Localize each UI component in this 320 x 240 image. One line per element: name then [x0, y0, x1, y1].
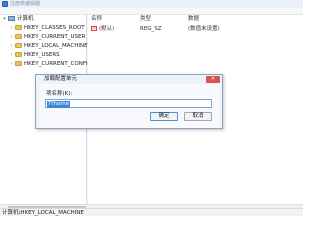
tree-item-hku[interactable]: › HKEY_USERS: [9, 51, 60, 60]
load-hive-dialog: 加载配置单元 ✕ 项名称(K): Tthome 确定 取消: [35, 74, 223, 129]
tree-item-label: 计算机: [17, 16, 34, 22]
expand-arrow-icon[interactable]: ›: [9, 51, 14, 60]
menu-bar: [0, 8, 303, 15]
tree-item-label: HKEY_USERS: [24, 52, 60, 58]
tree-item-hkcu[interactable]: › HKEY_CURRENT_USER: [9, 33, 85, 42]
status-bar: 计算机\HKEY_LOCAL_MACHINE: [0, 208, 303, 216]
value-name: (默认): [99, 26, 115, 32]
collapse-arrow-icon[interactable]: ▾: [2, 15, 7, 24]
value-data: (数值未设置): [188, 26, 220, 32]
tree-item-label: HKEY_CURRENT_USER: [24, 34, 86, 40]
key-name-label: 项名称(K):: [46, 91, 73, 97]
expand-arrow-icon[interactable]: ›: [9, 24, 14, 33]
registry-app-icon: [2, 1, 8, 7]
cancel-button[interactable]: 取消: [184, 112, 212, 121]
folder-icon: [15, 60, 22, 66]
tree-item-label: HKEY_CURRENT_CONFIG: [24, 61, 92, 67]
tree-item-label: HKEY_CLASSES_ROOT: [24, 25, 85, 31]
folder-icon: [15, 24, 22, 30]
folder-icon: [15, 42, 22, 48]
expand-arrow-icon[interactable]: ›: [9, 60, 14, 69]
column-header-type[interactable]: 类型: [140, 15, 151, 23]
ok-button[interactable]: 确定: [150, 112, 178, 121]
value-row[interactable]: ab (默认): [91, 25, 114, 33]
tree-item-computer[interactable]: ▾ 计算机: [2, 15, 34, 24]
tree-item-label: HKEY_LOCAL_MACHINE: [24, 43, 88, 49]
dialog-title: 加载配置单元: [44, 76, 78, 82]
close-icon[interactable]: ✕: [206, 76, 220, 83]
value-type: REG_SZ: [140, 26, 162, 32]
registry-editor-window: 注册表编辑器 ▾ 计算机 › HKEY_CLASSES_ROOT › HKEY_CUR…: [0, 0, 303, 216]
column-header-data[interactable]: 数据: [188, 15, 199, 23]
window-title: 注册表编辑器: [10, 1, 41, 7]
computer-icon: [8, 15, 15, 21]
tree-item-hklm[interactable]: › HKEY_LOCAL_MACHINE: [9, 42, 88, 51]
folder-icon: [15, 51, 22, 57]
status-path: 计算机\HKEY_LOCAL_MACHINE: [2, 210, 84, 216]
string-value-icon: ab: [91, 26, 97, 31]
expand-arrow-icon[interactable]: ›: [9, 33, 14, 42]
column-header-name[interactable]: 名称: [91, 15, 102, 23]
expand-arrow-icon[interactable]: ›: [9, 42, 14, 51]
dialog-body: 项名称(K): Tthome 确定 取消: [39, 84, 219, 128]
tree-item-hkcr[interactable]: › HKEY_CLASSES_ROOT: [9, 24, 85, 33]
key-name-input[interactable]: Tthome: [45, 99, 212, 108]
tree-item-hkcc[interactable]: › HKEY_CURRENT_CONFIG: [9, 60, 92, 69]
key-name-value: Tthome: [47, 101, 71, 108]
folder-icon: [15, 33, 22, 39]
title-bar: 注册表编辑器: [0, 0, 303, 8]
